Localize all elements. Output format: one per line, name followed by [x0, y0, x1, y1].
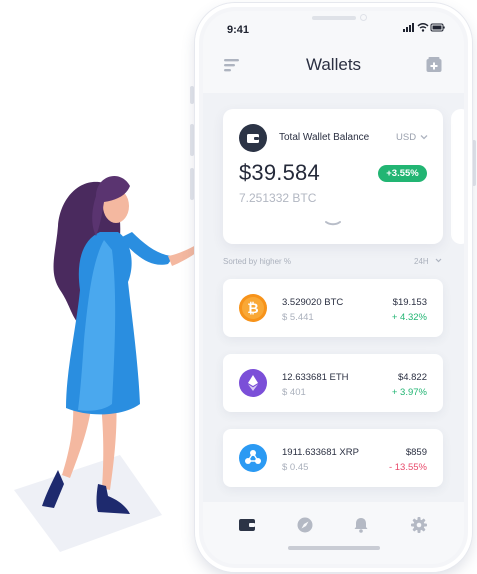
- asset-amount: 12.633681 ETH: [282, 372, 349, 383]
- asset-usd-value: $ 401: [282, 387, 306, 398]
- asset-change: - 13.55%: [388, 462, 427, 473]
- balance-card[interactable]: Total Wallet Balance USD $39.584 +3.55% …: [223, 109, 443, 244]
- phone-mute-switch: [190, 86, 194, 104]
- period-selector[interactable]: 24H: [414, 257, 429, 266]
- asset-card-eth[interactable]: 12.633681 ETH $ 401 $4.822 + 3.97%: [223, 354, 443, 412]
- wallet-icon[interactable]: [237, 515, 257, 535]
- asset-price: $4.822: [397, 372, 427, 383]
- bitcoin-icon: ₿: [239, 294, 267, 322]
- wallet-icon: [247, 134, 259, 143]
- chevron-down-icon[interactable]: [435, 258, 442, 263]
- phone-volume-up: [190, 124, 194, 156]
- asset-change: + 3.97%: [391, 387, 427, 398]
- asset-card-btc[interactable]: ₿ 3.529020 BTC $ 5.441 $19.153 + 4.32%: [223, 279, 443, 337]
- btc-equivalent: 7.251332 BTC: [239, 191, 317, 205]
- ripple-icon: [239, 444, 267, 472]
- asset-change: + 4.32%: [391, 312, 427, 323]
- asset-usd-value: $ 0.45: [282, 462, 309, 473]
- gear-icon[interactable]: [409, 515, 429, 535]
- compass-icon[interactable]: [295, 515, 315, 535]
- status-icons: [403, 23, 445, 32]
- add-wallet-icon[interactable]: [425, 56, 443, 74]
- tab-bar: [203, 502, 464, 564]
- phone-volume-down: [190, 168, 194, 200]
- status-time: 9:41: [227, 24, 250, 36]
- asset-price: $19.153: [392, 297, 427, 308]
- asset-usd-value: $ 5.441: [282, 312, 314, 323]
- wallet-badge: [239, 124, 267, 152]
- asset-price: $859: [405, 447, 427, 458]
- phone-screen: 9:41 Wallets Total Wallet Balance USD $3…: [203, 11, 464, 564]
- front-camera: [360, 14, 367, 21]
- chevron-down-icon[interactable]: [420, 134, 428, 140]
- ethereum-icon: [239, 369, 267, 397]
- wifi-icon: [417, 23, 429, 29]
- speaker-notch: [312, 16, 356, 20]
- battery-icon: [430, 23, 445, 32]
- bell-icon[interactable]: [351, 515, 371, 535]
- asset-amount: 3.529020 BTC: [282, 297, 344, 308]
- total-balance: $39.584: [239, 160, 320, 185]
- currency-selector[interactable]: USD: [396, 132, 416, 143]
- asset-amount: 1911.633681 XRP: [282, 447, 359, 458]
- illustration-scene: 9:41 Wallets Total Wallet Balance USD $3…: [0, 0, 477, 574]
- balance-label: Total Wallet Balance: [279, 132, 370, 143]
- asset-card-xrp[interactable]: 1911.633681 XRP $ 0.45 $859 - 13.55%: [223, 429, 443, 487]
- phone-power-button: [472, 140, 476, 186]
- balance-change-badge: +3.55%: [378, 165, 427, 182]
- expand-chevron-icon[interactable]: [324, 220, 342, 228]
- home-indicator[interactable]: [288, 546, 380, 550]
- svg-text:₿: ₿: [247, 301, 258, 317]
- next-card-peek[interactable]: [451, 109, 464, 244]
- signal-icon: [403, 23, 414, 32]
- sort-label[interactable]: Sorted by higher %: [223, 257, 291, 266]
